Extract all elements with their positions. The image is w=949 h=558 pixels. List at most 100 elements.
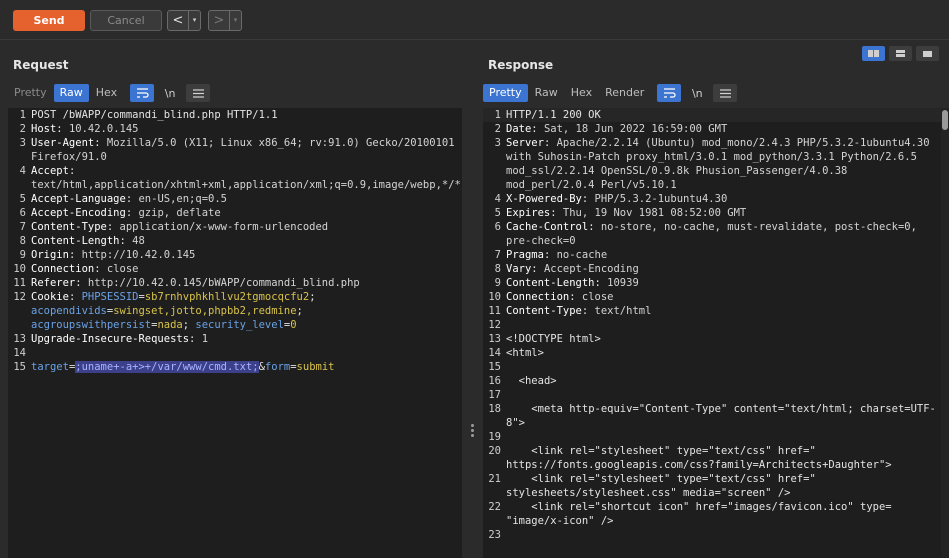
code-line: 3 Server: Apache/2.2.14 (Ubuntu) mod_mono… bbox=[483, 136, 941, 192]
cookie-name: acgroupswithpersist bbox=[31, 319, 152, 331]
header-value: en-US,en;q=0.5 bbox=[132, 193, 227, 205]
forward-dropdown-icon[interactable]: ▾ bbox=[229, 11, 241, 30]
cookie-name: acopendivids bbox=[31, 305, 107, 317]
code-line: 16 <head> bbox=[483, 374, 941, 388]
split-horizontal-icon[interactable] bbox=[862, 46, 885, 61]
cancel-button[interactable]: Cancel bbox=[90, 10, 162, 31]
back-dropdown-icon[interactable]: ▾ bbox=[188, 11, 200, 30]
menu-icon[interactable] bbox=[186, 84, 211, 102]
request-tab-hex[interactable]: Hex bbox=[90, 84, 123, 102]
line-content: Server: Apache/2.2.14 (Ubuntu) mod_mono/… bbox=[506, 137, 936, 191]
line-number: 13 bbox=[488, 333, 501, 345]
code-line: 6 Cache-Control: no-store, no-cache, must… bbox=[483, 220, 941, 248]
line-content: Content-Type: application/x-www-form-url… bbox=[31, 221, 329, 233]
pane-divider[interactable] bbox=[464, 108, 482, 558]
line-content: Host: 10.42.0.145 bbox=[31, 123, 139, 135]
line-content: X-Powered-By: PHP/5.3.2-1ubuntu4.30 bbox=[506, 193, 728, 205]
request-tab-pretty[interactable]: Pretty bbox=[8, 84, 53, 102]
header-name: Content-Type bbox=[31, 221, 107, 233]
code-line: 2 Date: Sat, 18 Jun 2022 16:59:00 GMT bbox=[483, 122, 941, 136]
code-line: 4 X-Powered-By: PHP/5.3.2-1ubuntu4.30 bbox=[483, 192, 941, 206]
line-text: <link rel="stylesheet" type="text/css" h… bbox=[506, 473, 823, 499]
code-line: 14 <html> bbox=[483, 346, 941, 360]
cookie-value: nada bbox=[157, 319, 183, 331]
line-number: 5 bbox=[19, 193, 26, 205]
header-value: no-cache bbox=[550, 249, 608, 261]
code-line: 19 bbox=[483, 430, 941, 444]
code-line: 4 Accept: text/html,application/xhtml+xml… bbox=[8, 164, 462, 192]
code-line: 12 bbox=[483, 318, 941, 332]
param-value: submit bbox=[296, 361, 335, 373]
line-content: Connection: close bbox=[31, 263, 139, 275]
newline-toggle-icon[interactable]: \n bbox=[685, 84, 709, 102]
history-back-group[interactable]: < ▾ bbox=[167, 10, 201, 31]
back-arrow-icon[interactable]: < bbox=[168, 11, 188, 30]
line-text: <html> bbox=[506, 347, 544, 359]
header-value: Thu, 19 Nov 1981 08:52:00 GMT bbox=[556, 207, 747, 219]
scrollbar-thumb[interactable] bbox=[942, 110, 948, 130]
line-content: <html> bbox=[505, 346, 941, 360]
code-line: 20 <link rel="stylesheet" type="text/css… bbox=[483, 444, 941, 472]
line-text: HTTP/1.1 200 OK bbox=[506, 109, 601, 121]
request-tab-raw[interactable]: Raw bbox=[53, 84, 89, 102]
code-line: 23 bbox=[483, 528, 941, 542]
line-content: Upgrade-Insecure-Requests: 1 bbox=[31, 333, 209, 345]
line-number: 14 bbox=[488, 347, 501, 359]
line-number: 4 bbox=[494, 193, 501, 205]
response-tab-hex[interactable]: Hex bbox=[565, 84, 598, 102]
line-number: 13 bbox=[13, 333, 26, 345]
line-content: POST /bWAPP/commandi_blind.php HTTP/1.1 bbox=[30, 108, 462, 122]
header-value: close bbox=[575, 291, 614, 303]
line-content: Content-Length: 48 bbox=[31, 235, 145, 247]
top-toolbar: Send Cancel < ▾ > ▾ bbox=[0, 0, 949, 40]
header-name: Content-Type bbox=[506, 305, 582, 317]
line-content bbox=[505, 430, 941, 444]
line-content bbox=[505, 360, 941, 374]
drag-handle-icon[interactable] bbox=[471, 424, 475, 439]
code-line: 10 Connection: close bbox=[8, 262, 462, 276]
response-editor[interactable]: 1 HTTP/1.1 200 OK 2 Date: Sat, 18 Jun 2022 … bbox=[483, 108, 941, 558]
header-name: Pragma bbox=[506, 249, 544, 261]
response-tab-raw[interactable]: Raw bbox=[529, 84, 564, 102]
header-name: Content-Length bbox=[506, 277, 595, 289]
line-number: 9 bbox=[494, 277, 501, 289]
line-content: <head> bbox=[505, 374, 941, 388]
header-value: gzip, deflate bbox=[132, 207, 221, 219]
line-text: <head> bbox=[506, 375, 557, 387]
line-content bbox=[505, 528, 941, 542]
line-number: 15 bbox=[488, 361, 501, 373]
split-vertical-icon[interactable] bbox=[889, 46, 912, 61]
header-value: PHP/5.3.2-1ubuntu4.30 bbox=[588, 193, 728, 205]
response-tab-render[interactable]: Render bbox=[599, 84, 650, 102]
line-content: Connection: close bbox=[506, 291, 614, 303]
line-number: 6 bbox=[19, 207, 26, 219]
response-tab-pretty[interactable]: Pretty bbox=[483, 84, 528, 102]
line-number: 2 bbox=[494, 123, 501, 135]
line-number: 7 bbox=[19, 221, 26, 233]
tabbed-view-icon[interactable] bbox=[916, 46, 939, 61]
wrap-lines-icon[interactable] bbox=[657, 84, 682, 102]
line-number: 11 bbox=[488, 305, 501, 317]
response-tabbar: Pretty Raw Hex Render \n bbox=[483, 83, 738, 103]
wrap-lines-icon[interactable] bbox=[130, 84, 155, 102]
history-forward-group[interactable]: > ▾ bbox=[208, 10, 242, 31]
header-value: application/x-www-form-urlencoded bbox=[113, 221, 329, 233]
line-text: POST /bWAPP/commandi_blind.php HTTP/1.1 bbox=[31, 109, 278, 121]
request-editor[interactable]: 1 POST /bWAPP/commandi_blind.php HTTP/1.1… bbox=[8, 108, 462, 558]
header-value: http://10.42.0.145/bWAPP/commandi_blind.… bbox=[81, 277, 360, 289]
header-name: Expires bbox=[506, 207, 551, 219]
header-name: Host bbox=[31, 123, 57, 135]
code-line: 11 Content-Type: text/html bbox=[483, 304, 941, 318]
response-scrollbar[interactable] bbox=[941, 108, 949, 558]
response-title: Response bbox=[488, 58, 554, 72]
menu-icon[interactable] bbox=[713, 84, 738, 102]
header-name: Accept bbox=[31, 165, 69, 177]
header-name: Accept-Language bbox=[31, 193, 126, 205]
send-button[interactable]: Send bbox=[13, 10, 85, 31]
code-line: 18 <meta http-equiv="Content-Type" conte… bbox=[483, 402, 941, 430]
code-line: 13 <!DOCTYPE html> bbox=[483, 332, 941, 346]
header-value: Accept-Encoding bbox=[537, 263, 639, 275]
forward-arrow-icon[interactable]: > bbox=[209, 11, 229, 30]
header-value: http://10.42.0.145 bbox=[75, 249, 196, 261]
newline-toggle-icon[interactable]: \n bbox=[158, 84, 182, 102]
